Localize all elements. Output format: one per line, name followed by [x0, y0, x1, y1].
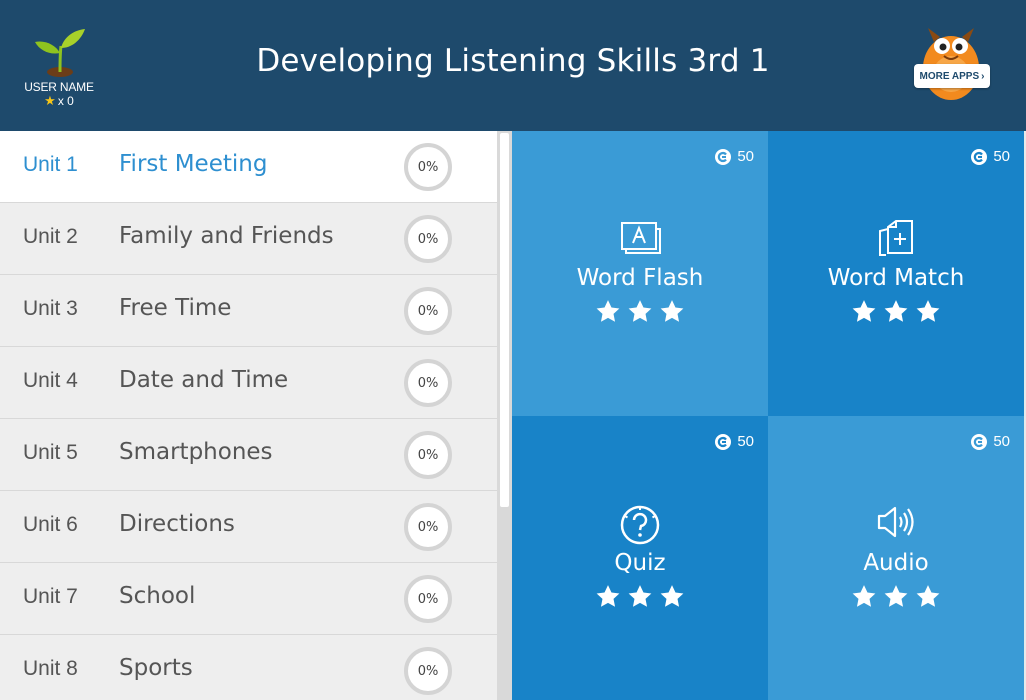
audio-icon-wrap: [768, 504, 1024, 540]
unit-progress-ring: 0%: [404, 359, 452, 407]
activity-label: Word Flash: [576, 265, 704, 291]
unit-number: Unit 2: [23, 225, 78, 248]
page-title: Developing Listening Skills 3rd 1: [256, 43, 770, 79]
unit-progress-value: 0%: [417, 447, 439, 463]
star-icon: [596, 300, 620, 322]
activity-tile-word-match[interactable]: 50 Word Match: [768, 131, 1024, 416]
word-flash-icon: [621, 222, 661, 254]
activity-tile-quiz[interactable]: 50 Quiz: [512, 416, 768, 700]
unit-progress-ring: 0%: [404, 503, 452, 551]
unit-row-4[interactable]: Unit 4 Date and Time 0%: [0, 347, 497, 419]
unit-title: School: [119, 583, 196, 609]
coin-reward: 50: [971, 433, 1010, 450]
audio-icon: [877, 506, 914, 538]
star-rating: [512, 584, 768, 609]
star-icon: [852, 300, 876, 322]
coin-amount: 50: [737, 148, 754, 165]
unit-number: Unit 1: [23, 153, 78, 176]
star-icon: [596, 585, 620, 607]
unit-row-7[interactable]: Unit 7 School 0%: [0, 563, 497, 635]
coin-amount: 50: [993, 148, 1010, 165]
unit-title: Free Time: [119, 295, 232, 321]
monster-mascot-icon: [923, 28, 979, 100]
activity-label: Quiz: [614, 550, 666, 576]
unit-title: First Meeting: [119, 151, 268, 177]
more-apps-button[interactable]: MORE APPS ›: [908, 24, 994, 102]
star-icon: [916, 300, 940, 322]
word-match-icon: [879, 220, 913, 256]
unit-progress-value: 0%: [417, 519, 439, 535]
unit-progress-value: 0%: [417, 591, 439, 607]
activity-label: Word Match: [827, 265, 965, 291]
star-icon: [884, 585, 908, 607]
quiz-icon-wrap: [512, 504, 768, 546]
coin-reward: 50: [971, 148, 1010, 165]
chevron-right-icon: ›: [981, 70, 985, 82]
unit-progress-ring: 0%: [404, 575, 452, 623]
unit-progress-value: 0%: [417, 303, 439, 319]
unit-number: Unit 7: [23, 585, 78, 608]
coin-amount: 50: [993, 433, 1010, 450]
activity-tile-word-flash[interactable]: 50 Word Flash: [512, 131, 768, 416]
unit-title: Smartphones: [119, 439, 273, 465]
unit-progress-value: 0%: [417, 375, 439, 391]
unit-progress-ring: 0%: [404, 143, 452, 191]
unit-title: Family and Friends: [119, 223, 334, 249]
unit-row-8[interactable]: Unit 8 Sports 0%: [0, 635, 497, 700]
star-icon: [660, 585, 684, 607]
coin-icon: [971, 433, 988, 450]
user-star-count: x 0: [57, 94, 74, 108]
star-icon: [852, 585, 876, 607]
unit-row-5[interactable]: Unit 5 Smartphones 0%: [0, 419, 497, 491]
unit-number: Unit 4: [23, 369, 78, 392]
unit-title: Sports: [119, 655, 193, 681]
activity-label: Audio: [863, 550, 929, 576]
coin-icon: [715, 148, 732, 165]
unit-title: Date and Time: [119, 367, 289, 393]
unit-title: Directions: [119, 511, 235, 537]
star-icon: [916, 585, 940, 607]
unit-progress-ring: 0%: [404, 215, 452, 263]
star-rating: [768, 299, 1024, 324]
user-star-count-row: ★ x 0: [18, 93, 100, 109]
unit-number: Unit 6: [23, 513, 78, 536]
unit-progress-ring: 0%: [404, 287, 452, 335]
coin-reward: 50: [715, 433, 754, 450]
star-rating: [512, 299, 768, 324]
star-icon: [660, 300, 684, 322]
unit-row-1[interactable]: Unit 1 First Meeting 0%: [0, 131, 497, 203]
coin-icon: [971, 148, 988, 165]
coin-amount: 50: [737, 433, 754, 450]
star-rating: [768, 584, 1024, 609]
unit-number: Unit 3: [23, 297, 78, 320]
unit-progress-value: 0%: [417, 159, 439, 175]
unit-progress-value: 0%: [417, 663, 439, 679]
unit-row-3[interactable]: Unit 3 Free Time 0%: [0, 275, 497, 347]
unit-progress-ring: 0%: [404, 431, 452, 479]
unit-progress-ring: 0%: [404, 647, 452, 695]
scrollbar-thumb[interactable]: [500, 133, 509, 507]
coin-icon: [715, 433, 732, 450]
more-apps-text: MORE APPS: [919, 70, 980, 82]
star-icon: [884, 300, 908, 322]
word-flash-icon-wrap: [512, 219, 768, 255]
unit-row-6[interactable]: Unit 6 Directions 0%: [0, 491, 497, 563]
unit-progress-value: 0%: [417, 231, 439, 247]
more-apps-label: MORE APPS ›: [914, 64, 990, 88]
word-match-icon-wrap: [768, 219, 1024, 257]
star-icon: [628, 585, 652, 607]
star-icon: ★: [44, 93, 56, 108]
user-name: USER NAME: [24, 80, 94, 94]
app-header: USER NAME ★ x 0 Developing Listening Ski…: [0, 0, 1026, 131]
unit-row-2[interactable]: Unit 2 Family and Friends 0%: [0, 203, 497, 275]
star-icon: [628, 300, 652, 322]
unit-number: Unit 8: [23, 657, 78, 680]
coin-reward: 50: [715, 148, 754, 165]
quiz-icon: [620, 505, 660, 545]
unit-number: Unit 5: [23, 441, 78, 464]
activity-tile-audio[interactable]: 50 Audio: [768, 416, 1024, 700]
unit-list: Unit 1 First Meeting 0% Unit 2 Family an…: [0, 131, 497, 700]
